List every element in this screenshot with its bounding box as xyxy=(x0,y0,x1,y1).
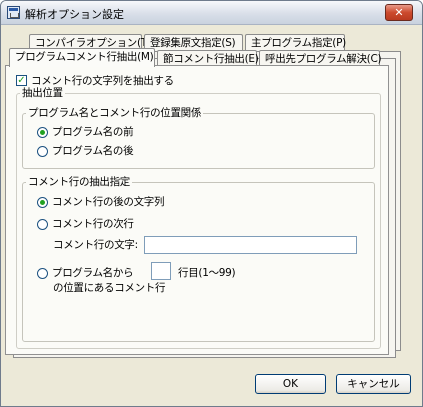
comment-extract-group: コメント行の抽出指定 コメント行の後の文字列 コメント行の次行 コメント行の文字… xyxy=(22,176,375,342)
radio-button[interactable] xyxy=(37,146,48,157)
extract-position-group: 抽出位置 プログラム名とコメント行の位置関係 プログラム名の前 プログラム名の後… xyxy=(16,87,381,349)
tab-label: 節コメント行抽出(E) xyxy=(163,53,259,65)
line-number-input[interactable] xyxy=(151,262,171,280)
extract-comment-label: コメント行の文字列を抽出する xyxy=(31,75,174,87)
radio-label: コメント行の次行 xyxy=(52,218,134,230)
tab-label: 主プログラム指定(P) xyxy=(251,37,346,49)
radio-label: プログラム名から xyxy=(52,267,134,279)
extract-position-legend: 抽出位置 xyxy=(20,87,65,99)
radio-button[interactable] xyxy=(37,219,48,230)
tab-copybook-source[interactable]: 登録集原文指定(S) xyxy=(144,34,243,51)
radio-button[interactable] xyxy=(37,127,48,138)
radio-button[interactable] xyxy=(37,197,48,208)
relation-group-legend: プログラム名とコメント行の位置関係 xyxy=(26,107,204,119)
line-number-suffix: 行目(1〜99) xyxy=(178,267,236,279)
comment-extract-legend: コメント行の抽出指定 xyxy=(26,176,132,188)
relation-group: プログラム名とコメント行の位置関係 プログラム名の前 プログラム名の後 xyxy=(22,107,375,169)
from-program-second-line: の位置にあるコメント行 xyxy=(53,282,166,294)
radio-label: プログラム名の後 xyxy=(52,145,134,157)
radio-label: プログラム名の前 xyxy=(52,126,134,138)
extract-comment-checkbox[interactable]: ✓ xyxy=(16,75,27,86)
cancel-button[interactable]: キャンセル xyxy=(336,374,411,394)
radio-button[interactable] xyxy=(37,268,48,279)
tab-main-program[interactable]: 主プログラム指定(P) xyxy=(245,34,346,51)
close-button[interactable]: ✕ xyxy=(385,4,413,21)
tab-label: プログラムコメント行抽出(M) xyxy=(15,51,154,63)
radio-label: コメント行の後の文字列 xyxy=(52,196,165,208)
comment-string-input[interactable] xyxy=(144,236,357,254)
title-bar[interactable]: 解析オプション設定 ✕ xyxy=(1,1,422,25)
comment-string-label: コメント行の文字: xyxy=(53,239,138,251)
close-icon: ✕ xyxy=(394,6,404,19)
tab-label: 登録集原文指定(S) xyxy=(150,37,236,49)
options-dialog: 解析オプション設定 ✕ コンパイラオプション(T) 登録集原文指定(S) 主プロ… xyxy=(0,0,423,407)
check-icon: ✓ xyxy=(17,75,26,86)
tab-program-comment-extract[interactable]: プログラムコメント行抽出(M) xyxy=(9,48,155,67)
window-title: 解析オプション設定 xyxy=(25,8,124,21)
tab-label: 呼出先プログラム解決(C) xyxy=(265,53,382,65)
tab-page-program-comment: ✓ コメント行の文字列を抽出する 抽出位置 プログラム名とコメント行の位置関係 … xyxy=(5,65,389,355)
ok-button[interactable]: OK xyxy=(255,374,326,394)
app-icon xyxy=(7,6,20,19)
